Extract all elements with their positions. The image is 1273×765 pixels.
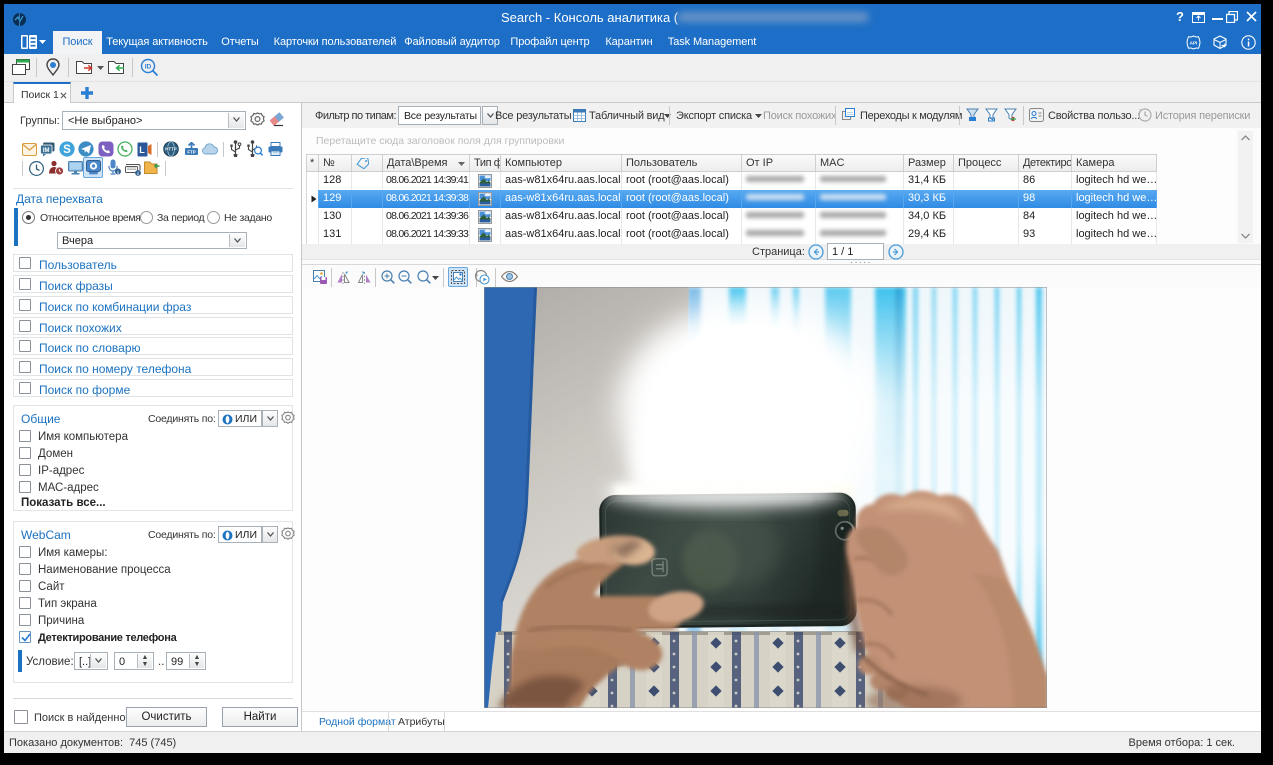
svg-text:S: S — [63, 144, 71, 156]
svg-text:HTTP: HTTP — [165, 147, 177, 152]
svg-text:API: API — [1190, 41, 1198, 46]
svg-text:FTP: FTP — [187, 149, 195, 154]
svg-text:L: L — [139, 145, 145, 155]
svg-text:IM: IM — [43, 148, 50, 154]
svg-text:ID: ID — [145, 63, 152, 70]
